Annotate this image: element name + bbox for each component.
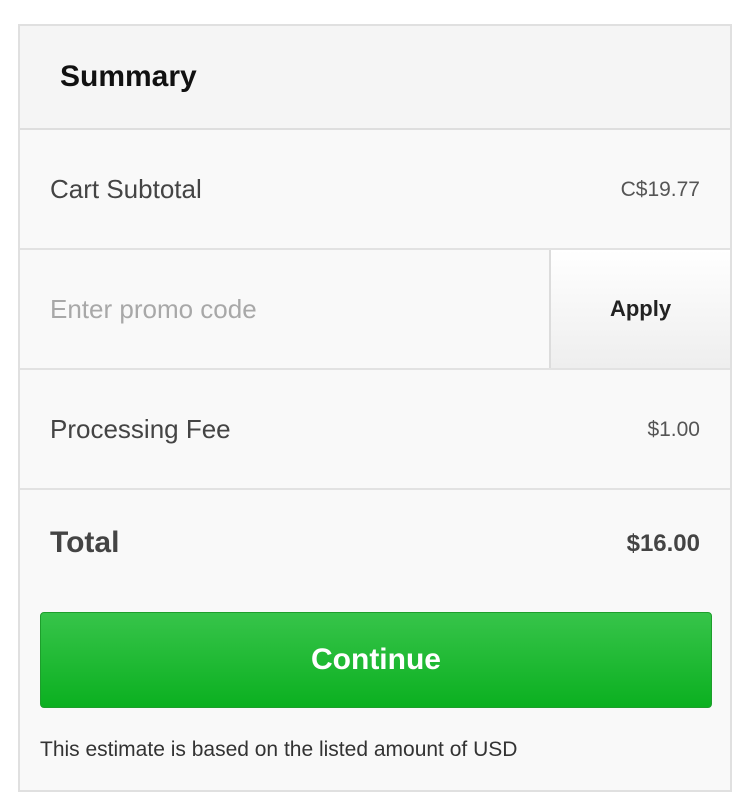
total-label: Total [50,526,120,559]
summary-header: Summary [20,26,730,130]
processing-fee-value: $1.00 [647,418,700,441]
cart-subtotal-row: Cart Subtotal C$19.77 [20,130,730,250]
promo-row: Apply [20,250,730,370]
total-value: $16.00 [626,530,700,557]
continue-button[interactable]: Continue [40,612,712,708]
processing-fee-row: Processing Fee $1.00 [20,370,730,490]
apply-button[interactable]: Apply [551,250,730,368]
summary-title: Summary [60,60,197,93]
processing-fee-label: Processing Fee [50,414,231,444]
summary-panel: Summary Cart Subtotal C$19.77 Apply Proc… [18,24,732,792]
estimate-footnote: This estimate is based on the listed amo… [40,738,518,761]
cart-subtotal-label: Cart Subtotal [50,174,202,204]
promo-code-input[interactable] [20,250,551,368]
cart-subtotal-value: C$19.77 [620,178,700,201]
